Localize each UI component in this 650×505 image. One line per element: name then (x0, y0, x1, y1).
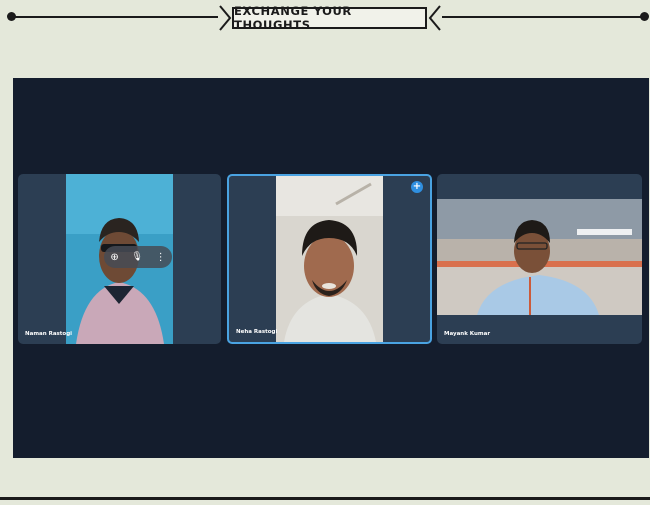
pinned-badge-icon[interactable]: + (411, 181, 423, 193)
participant-tile-neha[interactable]: + Neha Rastogi (227, 174, 432, 344)
bottom-divider (0, 497, 650, 500)
banner-right-dot (640, 12, 649, 21)
banner-right-zigzag-icon (428, 5, 441, 31)
participant-name: Neha Rastogi (236, 329, 278, 335)
participant-name: Mayank Kumar (444, 331, 491, 337)
participant-tile-mayank[interactable]: Mayank Kumar (437, 174, 642, 344)
participant-name: Naman Rastogi (25, 331, 73, 337)
banner-right-line (442, 16, 642, 18)
pin-icon[interactable]: ⊕ (110, 252, 118, 263)
tile-hover-controls: ⊕ 🎙 ⋮ (104, 246, 172, 268)
participant-tile-naman[interactable]: ⊕ 🎙 ⋮ Naman Rastogi (18, 174, 221, 344)
participant-video (437, 199, 642, 315)
more-options-icon[interactable]: ⋮ (156, 252, 166, 263)
participant-video (276, 176, 383, 342)
meeting-stage: ⊕ 🎙 ⋮ Naman Rastogi + Neha Rastogi Mayan… (13, 78, 649, 458)
banner-left-line (12, 16, 218, 18)
banner-left-zigzag-icon (219, 5, 232, 31)
banner-title: EXCHANGE YOUR THOUGHTS (232, 4, 427, 32)
mic-icon[interactable]: 🎙 (131, 252, 142, 262)
header-banner: EXCHANGE YOUR THOUGHTS (0, 0, 650, 40)
